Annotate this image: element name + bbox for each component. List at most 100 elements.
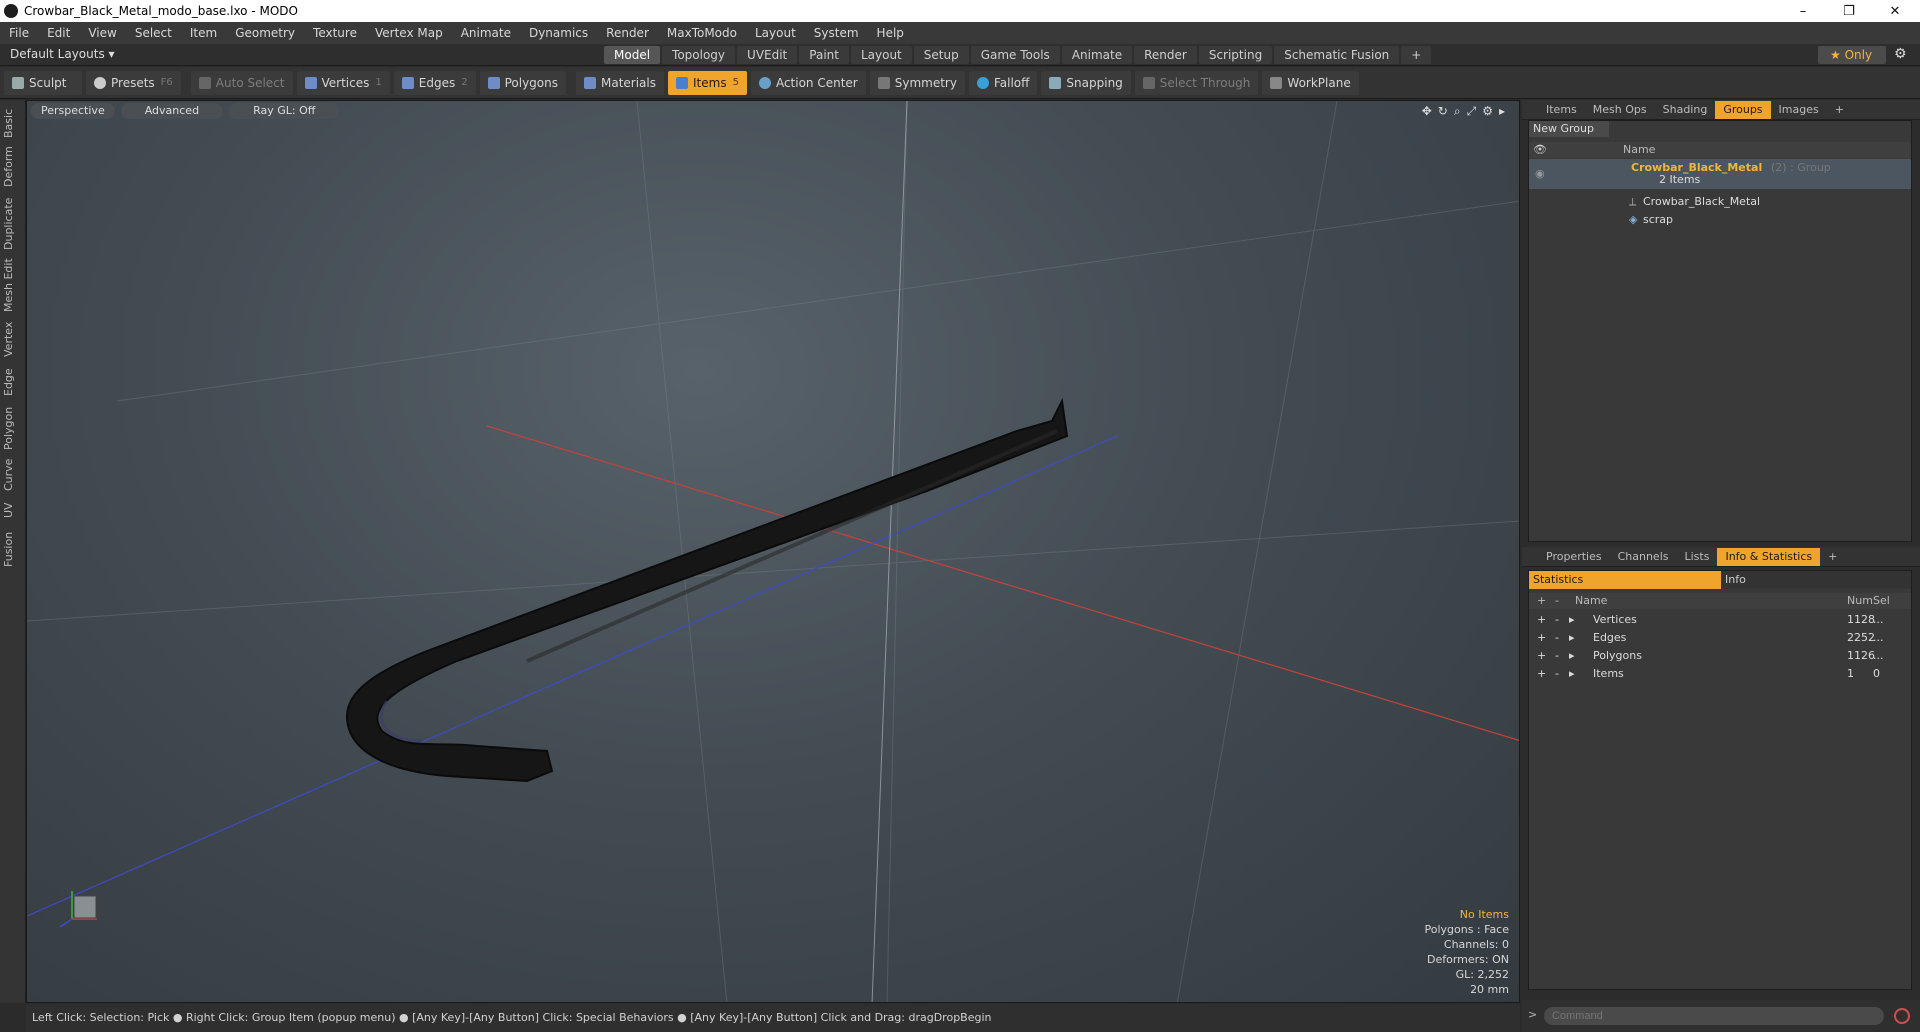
table-row[interactable]: + - ▸ Polygons 1126 ... bbox=[1529, 647, 1911, 665]
tab-channels[interactable]: Channels bbox=[1610, 548, 1677, 566]
expand-all-icon[interactable]: + bbox=[1537, 593, 1546, 609]
tab-statistics[interactable]: Statistics bbox=[1529, 571, 1721, 589]
command-input[interactable] bbox=[1544, 1007, 1884, 1025]
menu-file[interactable]: File bbox=[0, 22, 38, 44]
tab-edge[interactable]: Edge bbox=[2, 364, 24, 400]
expand-arrow-icon[interactable]: ▸ bbox=[1569, 665, 1575, 683]
tab-deform[interactable]: Deform bbox=[2, 144, 24, 190]
only-toggle[interactable]: ★ Only bbox=[1818, 46, 1886, 64]
tab-uv[interactable]: UV bbox=[2, 498, 24, 522]
tab-mesh-edit[interactable]: Mesh Edit bbox=[2, 256, 24, 314]
menu-render[interactable]: Render bbox=[597, 22, 658, 44]
menu-layout[interactable]: Layout bbox=[746, 22, 805, 44]
menu-select[interactable]: Select bbox=[126, 22, 181, 44]
presets-button[interactable]: Presets F6 bbox=[86, 70, 181, 95]
minimize-button[interactable]: – bbox=[1780, 0, 1826, 22]
symmetry-button[interactable]: Symmetry bbox=[869, 70, 965, 95]
ray-gl-button[interactable]: Ray GL: Off bbox=[229, 103, 340, 119]
add-icon[interactable]: + bbox=[1537, 647, 1546, 665]
tab-schematic-fusion[interactable]: Schematic Fusion bbox=[1274, 46, 1400, 64]
tab-layout[interactable]: Layout bbox=[850, 46, 912, 64]
tab-lists[interactable]: Lists bbox=[1677, 548, 1718, 566]
table-row[interactable]: + - ▸ Items 1 0 bbox=[1529, 665, 1911, 683]
advanced-button[interactable]: Advanced bbox=[120, 103, 224, 119]
maximize-button[interactable]: ❐ bbox=[1826, 0, 1872, 22]
auto-select-button[interactable]: Auto Select bbox=[190, 70, 293, 95]
tab-images[interactable]: Images bbox=[1771, 101, 1827, 119]
remove-icon[interactable]: - bbox=[1555, 647, 1559, 665]
menu-help[interactable]: Help bbox=[868, 22, 913, 44]
menu-vertex-map[interactable]: Vertex Map bbox=[366, 22, 452, 44]
workplane-button[interactable]: WorkPlane bbox=[1262, 70, 1359, 95]
tab-polygon[interactable]: Polygon bbox=[2, 404, 24, 452]
tab-items[interactable]: Items bbox=[1538, 101, 1585, 119]
menu-dynamics[interactable]: Dynamics bbox=[520, 22, 597, 44]
tab-render[interactable]: Render bbox=[1134, 46, 1197, 64]
materials-button[interactable]: Materials bbox=[575, 70, 664, 95]
tab-game-tools[interactable]: Game Tools bbox=[970, 46, 1060, 64]
menu-texture[interactable]: Texture bbox=[304, 22, 366, 44]
tab-mesh-ops[interactable]: Mesh Ops bbox=[1585, 101, 1655, 119]
expand-arrow-icon[interactable]: ▸ bbox=[1569, 647, 1575, 665]
tab-topology[interactable]: Topology bbox=[662, 46, 736, 64]
3d-viewport[interactable]: Perspective Advanced Ray GL: Off ✥ ↻ ⌕ ⤢… bbox=[26, 100, 1520, 1003]
tab-info[interactable]: Info bbox=[1721, 571, 1911, 589]
layout-selector[interactable]: Default Layouts ▾ bbox=[10, 47, 115, 61]
tab-properties[interactable]: Properties bbox=[1538, 548, 1610, 566]
remove-icon[interactable]: - bbox=[1555, 629, 1559, 647]
group-child-row[interactable]: ⟂ Crowbar_Black_Metal bbox=[1529, 193, 1911, 211]
tab-groups[interactable]: Groups bbox=[1715, 100, 1771, 119]
tab-vertex[interactable]: Vertex bbox=[2, 318, 24, 360]
tab-shading[interactable]: Shading bbox=[1655, 101, 1716, 119]
group-visibility-icon[interactable]: ◉ bbox=[1535, 165, 1545, 183]
viewport-settings-icon[interactable]: ⚙ bbox=[1482, 104, 1493, 119]
add-panel-tab-button[interactable]: + bbox=[1827, 101, 1852, 119]
visibility-eye-icon[interactable]: 👁 bbox=[1533, 142, 1547, 158]
move-view-icon[interactable]: ✥ bbox=[1422, 104, 1432, 119]
tab-basic[interactable]: Basic bbox=[2, 106, 24, 140]
gear-icon[interactable]: ⚙ bbox=[1894, 46, 1907, 62]
table-row[interactable]: + - ▸ Vertices 1128 ... bbox=[1529, 611, 1911, 629]
close-button[interactable]: ✕ bbox=[1872, 0, 1918, 22]
tab-model[interactable]: Model bbox=[604, 46, 661, 64]
tab-duplicate[interactable]: Duplicate bbox=[2, 196, 24, 252]
edges-button[interactable]: Edges 2 bbox=[393, 70, 476, 95]
add-icon[interactable]: + bbox=[1537, 665, 1546, 683]
remove-icon[interactable]: - bbox=[1555, 665, 1559, 683]
menu-system[interactable]: System bbox=[805, 22, 868, 44]
tab-setup[interactable]: Setup bbox=[913, 46, 969, 64]
tab-animate[interactable]: Animate bbox=[1061, 46, 1133, 64]
expand-arrow-icon[interactable]: ▸ bbox=[1569, 629, 1575, 647]
add-icon[interactable]: + bbox=[1537, 611, 1546, 629]
sculpt-button[interactable]: Sculpt bbox=[4, 70, 82, 95]
rotate-view-icon[interactable]: ↻ bbox=[1438, 104, 1448, 119]
viewport-expand-icon[interactable]: ▸ bbox=[1499, 104, 1505, 119]
add-info-tab-button[interactable]: + bbox=[1820, 548, 1845, 566]
items-button[interactable]: Items 5 bbox=[668, 70, 747, 95]
table-row[interactable]: + - ▸ Edges 2252 ... bbox=[1529, 629, 1911, 647]
new-group-button[interactable]: New Group bbox=[1529, 121, 1609, 137]
menu-maxtomodo[interactable]: MaxToModo bbox=[658, 22, 746, 44]
collapse-all-icon[interactable]: - bbox=[1555, 593, 1559, 609]
tab-uvedit[interactable]: UVEdit bbox=[737, 46, 798, 64]
tab-scripting[interactable]: Scripting bbox=[1198, 46, 1273, 64]
menu-item[interactable]: Item bbox=[181, 22, 226, 44]
crowbar-mesh[interactable] bbox=[345, 397, 1069, 783]
command-stop-icon[interactable] bbox=[1894, 1008, 1910, 1024]
expand-arrow-icon[interactable]: ▸ bbox=[1569, 611, 1575, 629]
tab-curve[interactable]: Curve bbox=[2, 456, 24, 494]
group-row[interactable]: ◉ Crowbar_Black_Metal (2) : Group 2 Item… bbox=[1529, 159, 1911, 189]
remove-icon[interactable]: - bbox=[1555, 611, 1559, 629]
snapping-button[interactable]: Snapping bbox=[1041, 70, 1131, 95]
tab-info-statistics[interactable]: Info & Statistics bbox=[1717, 547, 1821, 566]
fit-view-icon[interactable]: ⤢ bbox=[1467, 104, 1477, 119]
menu-view[interactable]: View bbox=[79, 22, 125, 44]
group-child-row[interactable]: ◈ scrap bbox=[1529, 211, 1911, 229]
tab-fusion[interactable]: Fusion bbox=[2, 528, 24, 570]
zoom-view-icon[interactable]: ⌕ bbox=[1454, 104, 1461, 119]
tab-paint[interactable]: Paint bbox=[799, 46, 849, 64]
polygons-button[interactable]: Polygons bbox=[479, 70, 566, 95]
menu-animate[interactable]: Animate bbox=[452, 22, 520, 44]
name-column-header[interactable]: Name bbox=[1623, 142, 1655, 158]
perspective-button[interactable]: Perspective bbox=[31, 103, 115, 119]
